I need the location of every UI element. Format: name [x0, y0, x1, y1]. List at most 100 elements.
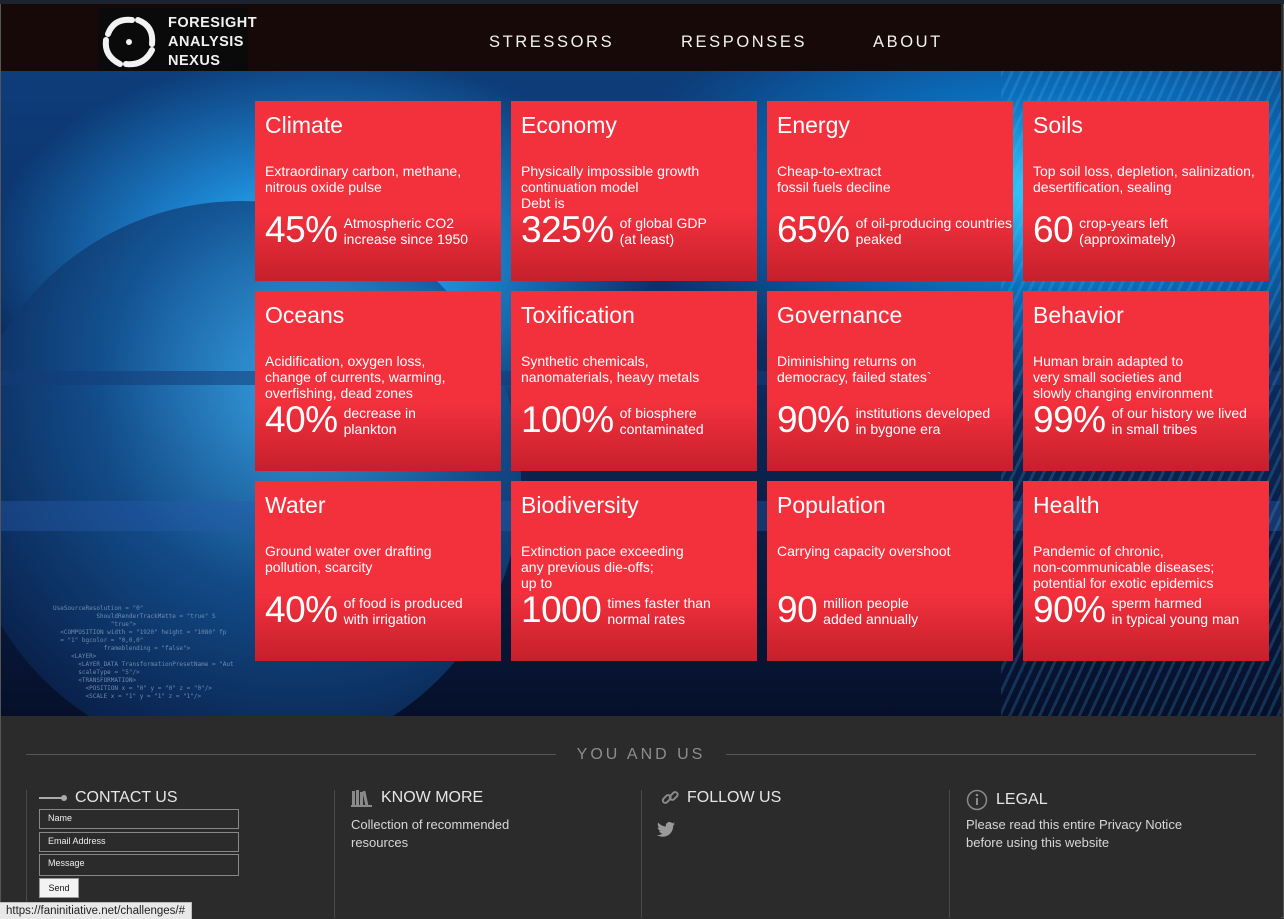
know-more-text: Collection of recommended resources — [351, 817, 510, 850]
card-stat: 90% institutions developed in bygone era — [777, 399, 991, 440]
card-title: Soils — [1033, 112, 1083, 138]
card-number: 100% — [521, 399, 614, 440]
card-number: 325% — [521, 209, 614, 250]
card-note: of global GDP (at least) — [619, 215, 707, 247]
contact-heading: CONTACT US — [39, 789, 178, 807]
card-stat: 40% of food is produced with irrigation — [265, 589, 463, 630]
card-description: Human brain adapted to very small societ… — [1033, 353, 1213, 401]
card-note: of food is produced with irrigation — [343, 595, 463, 627]
site-header: FORESIGHT ANALYSIS NEXUS STRESSORS RESPO… — [1, 4, 1281, 71]
know-more-heading: KNOW MORE — [351, 789, 483, 807]
card-number: 40% — [265, 589, 338, 630]
card-soils[interactable]: Soils Top soil loss, depletion, saliniza… — [1023, 101, 1269, 281]
card-title: Toxification — [521, 302, 635, 328]
card-title: Population — [777, 492, 886, 518]
card-stat: 40% decrease in plankton — [265, 399, 416, 440]
legal-title[interactable]: LEGAL — [996, 791, 1048, 809]
logo-mark-icon — [102, 16, 156, 68]
contact-title: CONTACT US — [75, 789, 178, 806]
card-number: 60 — [1033, 209, 1074, 250]
card-note: crop-years left (approximately) — [1079, 215, 1176, 247]
card-description: Extraordinary carbon, methane, nitrous o… — [265, 163, 462, 195]
nav-stressors[interactable]: STRESSORS — [489, 33, 614, 52]
card-note: sperm harmed in typical young man — [1111, 595, 1240, 627]
column-divider — [641, 790, 642, 918]
column-divider — [949, 790, 950, 918]
card-note: institutions developed in bygone era — [855, 405, 991, 437]
card-title: Water — [265, 492, 326, 518]
card-population[interactable]: Population Carrying capacity overshoot 9… — [767, 481, 1013, 661]
card-climate[interactable]: Climate Extraordinary carbon, methane, n… — [255, 101, 501, 281]
card-title: Biodiversity — [521, 492, 639, 518]
card-water[interactable]: Water Ground water over drafting polluti… — [255, 481, 501, 661]
card-description: Diminishing returns on democracy, failed… — [777, 353, 932, 385]
email-field[interactable]: Email Address — [39, 832, 239, 852]
card-number: 1000 — [521, 589, 602, 630]
card-description: Synthetic chemicals, nanomaterials, heav… — [521, 353, 700, 385]
column-divider — [26, 790, 27, 918]
know-more-title[interactable]: KNOW MORE — [381, 789, 483, 807]
card-title: Oceans — [265, 302, 345, 328]
card-note: of our history we lived in small tribes — [1111, 405, 1247, 437]
code-overlay: UseSourceResolution = "0" ShouldRenderTr… — [53, 605, 234, 700]
card-health[interactable]: Health Pandemic of chronic, non-communic… — [1023, 481, 1269, 661]
card-title: Energy — [777, 112, 850, 138]
card-title: Health — [1033, 492, 1100, 518]
card-description: Pandemic of chronic, non-communicable di… — [1033, 543, 1215, 591]
card-description: Carrying capacity overshoot — [777, 543, 951, 559]
link-icon — [661, 791, 679, 804]
card-number: 90% — [777, 399, 850, 440]
card-note: of biosphere contaminated — [619, 405, 704, 437]
card-description: Ground water over drafting pollution, sc… — [265, 543, 432, 575]
nav-responses[interactable]: RESPONSES — [681, 33, 807, 52]
contact-line-icon — [39, 795, 67, 801]
status-url-bar: https://faninitiative.net/challenges/# — [0, 902, 193, 919]
card-stat: 45% Atmospheric CO2 increase since 1950 — [265, 211, 468, 248]
card-number: 99% — [1033, 399, 1106, 440]
card-stat: 325% of global GDP (at least) — [521, 209, 707, 250]
nav-about[interactable]: ABOUT — [873, 33, 943, 52]
brand-line-1: FORESIGHT — [168, 15, 258, 31]
card-description: Top soil loss, depletion, salinization, … — [1033, 163, 1255, 195]
card-economy[interactable]: Economy Physically impossible growth con… — [511, 101, 757, 281]
card-stat: 100% of biosphere contaminated — [521, 399, 704, 440]
card-governance[interactable]: Governance Diminishing returns on democr… — [767, 291, 1013, 471]
card-toxification[interactable]: Toxification Synthetic chemicals, nanoma… — [511, 291, 757, 471]
footer-heading: YOU AND US — [576, 746, 706, 763]
legal-heading: LEGAL — [966, 789, 1048, 811]
card-stat: 90% sperm harmed in typical young man — [1033, 589, 1240, 630]
card-note: of oil-producing countries peaked — [855, 215, 1012, 247]
brand-line-2: ANALYSIS — [168, 34, 244, 50]
site-footer: YOU AND US CONTACT US Name Email Address… — [1, 716, 1281, 918]
card-oceans[interactable]: Oceans Acidification, oxygen loss, chang… — [255, 291, 501, 471]
card-title: Climate — [265, 112, 343, 138]
card-title: Economy — [521, 112, 617, 138]
card-description: Physically impossible growth continuatio… — [521, 163, 700, 211]
card-stat: 65% of oil-producing countries peaked — [777, 211, 1012, 248]
card-number: 90% — [1033, 589, 1106, 630]
column-divider — [334, 790, 335, 918]
logo[interactable]: FORESIGHT ANALYSIS NEXUS — [98, 8, 257, 71]
card-behavior[interactable]: Behavior Human brain adapted to very sma… — [1023, 291, 1269, 471]
logo-wordmark: FORESIGHT ANALYSIS NEXUS — [168, 14, 257, 71]
follow-title: FOLLOW US — [687, 789, 782, 806]
card-stat: 1000 times faster than normal rates — [521, 589, 711, 630]
name-field[interactable]: Name — [39, 809, 239, 829]
card-description: Cheap-to-extract fossil fuels decline — [777, 163, 891, 195]
twitter-icon[interactable] — [657, 822, 675, 837]
legal-text: Please read this entire Privacy Notice b… — [966, 817, 1183, 850]
card-stat: 99% of our history we lived in small tri… — [1033, 399, 1247, 440]
follow-heading: FOLLOW US — [661, 789, 781, 807]
card-note: decrease in plankton — [343, 405, 416, 437]
card-number: 90 — [777, 589, 818, 630]
card-stat: 90 million people added annually — [777, 589, 918, 630]
card-biodiversity[interactable]: Biodiversity Extinction pace exceeding a… — [511, 481, 757, 661]
send-button[interactable]: Send — [39, 878, 79, 898]
message-field[interactable]: Message — [39, 854, 239, 876]
card-energy[interactable]: Energy Cheap-to-extract fossil fuels dec… — [767, 101, 1013, 281]
info-icon — [966, 789, 988, 811]
card-number: 40% — [265, 399, 338, 440]
card-stat: 60 crop-years left (approximately) — [1033, 209, 1176, 250]
card-title: Behavior — [1033, 302, 1124, 328]
card-note: times faster than normal rates — [607, 595, 711, 627]
